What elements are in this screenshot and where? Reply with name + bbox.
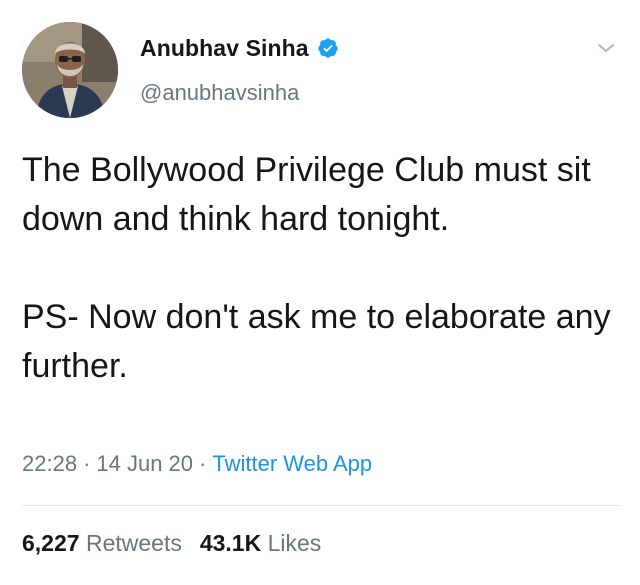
author-name-row: Anubhav Sinha xyxy=(140,34,339,62)
tweet-paragraph: The Bollywood Privilege Club must sit do… xyxy=(22,151,591,238)
likes-stat[interactable]: 43.1K Likes xyxy=(200,530,321,556)
chevron-down-icon[interactable] xyxy=(594,36,618,60)
tweet-source-link[interactable]: Twitter Web App xyxy=(212,451,372,476)
likes-count: 43.1K xyxy=(199,530,262,556)
tweet-paragraph: PS- Now don't ask me to elaborate any fu… xyxy=(22,298,611,385)
display-name[interactable]: Anubhav Sinha xyxy=(140,35,309,62)
tweet-date[interactable]: 14 Jun 20 xyxy=(96,451,193,476)
tweet-time[interactable]: 22:28 xyxy=(22,451,77,476)
retweets-count: 6,227 xyxy=(22,530,80,556)
verified-badge-icon xyxy=(317,37,339,59)
tweet-text: The Bollywood Privilege Club must sit do… xyxy=(22,146,622,391)
likes-label: Likes xyxy=(267,530,322,556)
retweets-label: Retweets xyxy=(85,530,182,556)
retweets-stat[interactable]: 6,227 Retweets xyxy=(22,530,182,556)
divider xyxy=(22,505,620,506)
tweet-stats: 6,227 Retweets 43.1K Likes xyxy=(22,530,321,557)
profile-photo-icon xyxy=(22,22,118,118)
meta-separator: · xyxy=(199,451,207,476)
author-handle[interactable]: @anubhavsinha xyxy=(140,80,299,106)
avatar[interactable] xyxy=(22,22,118,118)
tweet-meta: 22:28 · 14 Jun 20 · Twitter Web App xyxy=(22,451,372,477)
tweet-card: Anubhav Sinha @anubhavsinha The Bollywoo… xyxy=(0,0,640,585)
meta-separator: · xyxy=(83,451,91,476)
